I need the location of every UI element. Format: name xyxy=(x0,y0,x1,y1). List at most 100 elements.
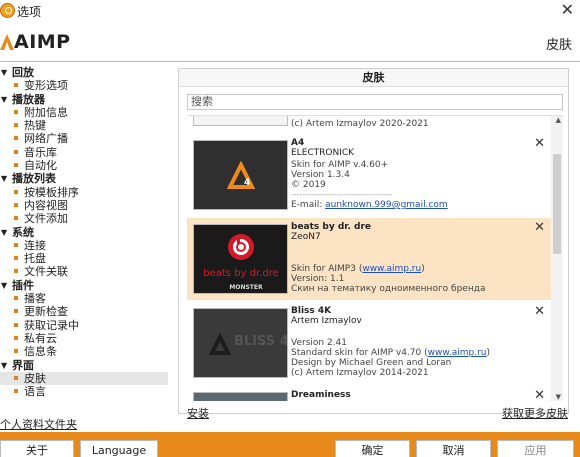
nav-item-label: 音乐库 xyxy=(24,145,57,159)
nav-item-label: 更新检查 xyxy=(24,305,68,319)
nav-group-label: 插件 xyxy=(12,278,34,292)
nav-item-tray[interactable]: 托盘 xyxy=(0,252,172,265)
skin-thumbnail xyxy=(193,116,288,126)
bullet-icon xyxy=(14,216,18,221)
bullet-icon xyxy=(14,389,18,394)
beats-logo-icon: beats by dr.dre MONSTER xyxy=(203,234,279,291)
skin-thumbnail: BLISS 4K xyxy=(193,308,288,378)
nav-item-file-adding[interactable]: 文件添加 xyxy=(0,212,172,225)
nav-item-label: 托盘 xyxy=(24,252,46,266)
skin-line: Version 2.41 xyxy=(291,338,347,348)
panel-actions: 安装 获取更多皮肤 xyxy=(187,405,568,421)
scroll-down-icon[interactable]: ▼ xyxy=(556,393,561,401)
nav-group-playlist[interactable]: ▼ 播放列表 xyxy=(0,172,172,185)
skin-name: A4 xyxy=(291,138,305,148)
nav-item-label: 内容视图 xyxy=(24,198,68,212)
caret-down-icon[interactable]: ▼ xyxy=(1,93,7,106)
nav-item-label: 获取记录中 xyxy=(24,318,79,332)
profile-folder-link[interactable]: 个人资料文件夹 xyxy=(0,416,77,432)
vertical-scrollbar[interactable]: ▲ ▼ xyxy=(551,116,563,401)
skin-item-bliss-4k[interactable]: BLISS 4K Bliss 4K Artem Izmaylov Version… xyxy=(187,302,551,384)
caret-down-icon[interactable]: ▼ xyxy=(1,359,7,372)
skin-line: Скин на тематику одноименного бренда xyxy=(291,284,486,294)
thumb-brand-text: BLISS 4K xyxy=(234,334,288,349)
nav-group-system[interactable]: ▼ 系统 xyxy=(0,226,172,239)
nav-group-interface[interactable]: ▼ 界面 xyxy=(0,359,172,372)
nav-item-file-associations[interactable]: 文件关联 xyxy=(0,265,172,278)
skin-description: (c) Artem Izmaylov 2020-2021 xyxy=(291,119,429,129)
caret-down-icon[interactable]: ▼ xyxy=(1,279,7,292)
nav-item-internet-radio[interactable]: 网络广播 xyxy=(0,132,172,145)
close-icon[interactable]: ✕ xyxy=(561,0,574,19)
remove-skin-icon[interactable]: ✕ xyxy=(534,136,545,151)
nav-item-language[interactable]: 语言 xyxy=(0,385,172,398)
nav-item-sort-by-template[interactable]: 按模板排序 xyxy=(0,186,172,199)
scroll-up-icon[interactable]: ▲ xyxy=(556,116,561,124)
bullet-icon xyxy=(14,109,18,114)
search-input[interactable]: 搜索 xyxy=(187,94,563,110)
nav-item-info-bar[interactable]: 信息条 xyxy=(0,345,172,358)
ok-button[interactable]: 确定 xyxy=(335,440,410,457)
bullet-icon xyxy=(14,375,18,380)
skin-line: Version 1.3.4 xyxy=(291,170,350,180)
skin-item-dreaminess[interactable]: Dreaminess ✕ xyxy=(187,386,551,401)
nav-group-label: 界面 xyxy=(12,358,34,372)
nav-group-playback[interactable]: ▼ 回放 xyxy=(0,66,172,79)
apply-button[interactable]: 应用 xyxy=(497,440,574,457)
nav-item-connection[interactable]: 连接 xyxy=(0,239,172,252)
skin-website-link[interactable]: www.aimp.ru xyxy=(428,348,487,358)
nav-item-podcasts[interactable]: 播客 xyxy=(0,292,172,305)
nav-item-label: 语言 xyxy=(24,385,46,399)
scrollbar-thumb[interactable] xyxy=(553,154,561,254)
nav-item-label: 文件关联 xyxy=(24,265,68,279)
cancel-button[interactable]: 取消 xyxy=(416,440,491,457)
remove-skin-icon[interactable]: ✕ xyxy=(534,388,545,401)
nav-group-label: 播放列表 xyxy=(12,172,56,186)
language-button[interactable]: Language xyxy=(80,440,158,457)
skin-line: Skin for AIMP v.4.60+ xyxy=(291,160,389,170)
skin-website-link[interactable]: www.aimp.ru xyxy=(362,264,421,274)
nav-group-plugins[interactable]: ▼ 插件 xyxy=(0,279,172,292)
nav-item-hotkeys[interactable]: 热键 xyxy=(0,119,172,132)
nav-group-player[interactable]: ▼ 播放器 xyxy=(0,93,172,106)
bullet-icon xyxy=(14,202,18,207)
nav-item-label: 变形选项 xyxy=(24,79,68,93)
caret-down-icon[interactable]: ▼ xyxy=(1,172,7,185)
nav-item-private-cloud[interactable]: 私有云 xyxy=(0,332,172,345)
bullet-icon xyxy=(14,123,18,128)
skin-line: Version: 1.1 xyxy=(291,274,345,284)
bullet-icon xyxy=(14,349,18,354)
nav-item-label: 播客 xyxy=(24,292,46,306)
nav-item-label: 热键 xyxy=(24,119,46,133)
aimp-logo: AIMP xyxy=(0,31,71,53)
aimp-logo-icon xyxy=(0,34,14,50)
remove-skin-icon[interactable]: ✕ xyxy=(534,304,545,319)
bullet-icon xyxy=(14,256,18,261)
skin-email-link[interactable]: aunknown.999@gmail.com xyxy=(325,200,448,210)
nav-item-extra-info[interactable]: 附加信息 xyxy=(0,106,172,119)
nav-item-skins[interactable]: 皮肤 xyxy=(0,371,168,386)
nav-item-content-view[interactable]: 内容视图 xyxy=(0,199,172,212)
skin-item-a4[interactable]: 4 A4 ELECTRONICK Skin for AIMP v.4.60+ V… xyxy=(187,134,551,216)
a4-logo-icon: 4 xyxy=(226,160,256,189)
skin-name: beats by dr. dre xyxy=(291,222,371,232)
nav-item-automation[interactable]: 自动化 xyxy=(0,159,172,172)
skin-item-beats[interactable]: beats by dr.dre MONSTER beats by dr. dre… xyxy=(187,218,551,300)
nav-item-label: 自动化 xyxy=(24,159,57,173)
remove-skin-icon[interactable]: ✕ xyxy=(534,220,545,235)
caret-down-icon[interactable]: ▼ xyxy=(1,226,7,239)
nav-item-music-library[interactable]: 音乐库 xyxy=(0,146,172,159)
skin-description: Version 2.41 Standard skin for AIMP v4.7… xyxy=(291,338,491,378)
caret-down-icon[interactable]: ▼ xyxy=(1,66,7,79)
nav-item-transform-options[interactable]: 变形选项 xyxy=(0,79,172,92)
get-more-skins-link[interactable]: 获取更多皮肤 xyxy=(502,405,568,421)
nav-item-update-check[interactable]: 更新检查 xyxy=(0,305,172,318)
skin-item-partial[interactable]: (c) Artem Izmaylov 2020-2021 xyxy=(187,116,551,132)
nav-item-scrobbling[interactable]: 获取记录中 xyxy=(0,319,172,332)
nav-item-label: 按模板排序 xyxy=(24,185,79,199)
about-button[interactable]: 关于 xyxy=(0,440,74,457)
install-link[interactable]: 安装 xyxy=(187,405,209,421)
nav-item-label: 网络广播 xyxy=(24,132,68,146)
nav-item-label: 皮肤 xyxy=(24,371,46,385)
skin-line: Skin for AIMP3 ( xyxy=(291,264,363,274)
